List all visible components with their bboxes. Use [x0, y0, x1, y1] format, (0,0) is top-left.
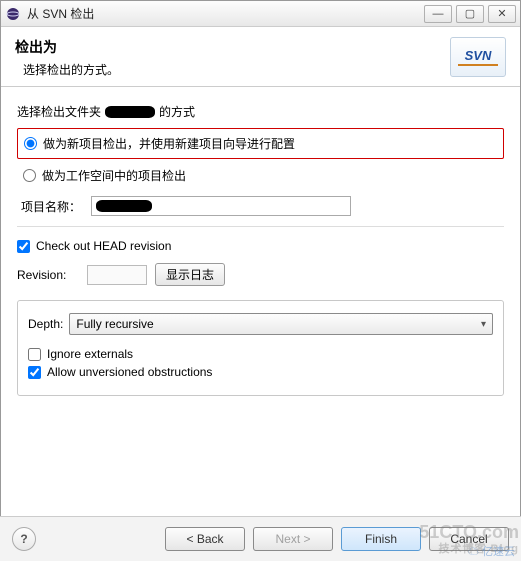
- next-button[interactable]: Next >: [253, 527, 333, 551]
- radio-new-project-label: 做为新项目检出，并使用新建项目向导进行配置: [43, 135, 295, 152]
- titlebar: 从 SVN 检出 — ▢ ✕: [1, 1, 520, 27]
- chevron-down-icon: ▾: [481, 319, 486, 330]
- cancel-button[interactable]: Cancel: [429, 527, 509, 551]
- show-log-button[interactable]: 显示日志: [155, 263, 225, 286]
- radio-workspace-project-label: 做为工作空间中的项目检出: [42, 167, 186, 184]
- page-title: 检出为: [15, 37, 450, 57]
- folder-mode-label: 选择检出文件夹 的方式: [17, 103, 504, 120]
- svn-logo: SVN: [450, 37, 506, 77]
- highlighted-option: 做为新项目检出，并使用新建项目向导进行配置: [17, 128, 504, 159]
- checkbox-allow-unversioned[interactable]: [28, 366, 41, 379]
- page-subtitle: 选择检出的方式。: [15, 61, 450, 78]
- checkbox-allow-unversioned-label: Allow unversioned obstructions: [47, 365, 212, 379]
- wizard-footer: ? < Back Next > Finish Cancel: [0, 516, 521, 561]
- redacted-folder-name: [105, 106, 155, 118]
- finish-button[interactable]: Finish: [341, 527, 421, 551]
- checkbox-head-revision-label: Check out HEAD revision: [36, 239, 171, 253]
- revision-input[interactable]: [87, 265, 147, 285]
- minimize-button[interactable]: —: [424, 5, 452, 23]
- close-button[interactable]: ✕: [488, 5, 516, 23]
- revision-label: Revision:: [17, 268, 79, 282]
- redacted-project-name: [96, 200, 152, 212]
- separator: [17, 226, 504, 227]
- wizard-header: 检出为 选择检出的方式。 SVN: [1, 27, 520, 87]
- help-button[interactable]: ?: [12, 527, 36, 551]
- project-name-label: 项目名称：: [21, 198, 83, 215]
- checkbox-head-revision[interactable]: [17, 240, 30, 253]
- checkbox-ignore-externals[interactable]: [28, 348, 41, 361]
- window-title: 从 SVN 检出: [27, 5, 424, 22]
- depth-select[interactable]: Fully recursive ▾: [69, 313, 493, 335]
- back-button[interactable]: < Back: [165, 527, 245, 551]
- eclipse-icon: [5, 6, 21, 22]
- depth-group: Depth: Fully recursive ▾ Ignore external…: [17, 300, 504, 396]
- project-name-input[interactable]: [91, 196, 351, 216]
- maximize-button[interactable]: ▢: [456, 5, 484, 23]
- checkbox-ignore-externals-label: Ignore externals: [47, 347, 133, 361]
- depth-selected-value: Fully recursive: [76, 317, 153, 331]
- depth-label: Depth:: [28, 317, 63, 331]
- radio-new-project[interactable]: [24, 137, 37, 150]
- radio-workspace-project[interactable]: [23, 169, 36, 182]
